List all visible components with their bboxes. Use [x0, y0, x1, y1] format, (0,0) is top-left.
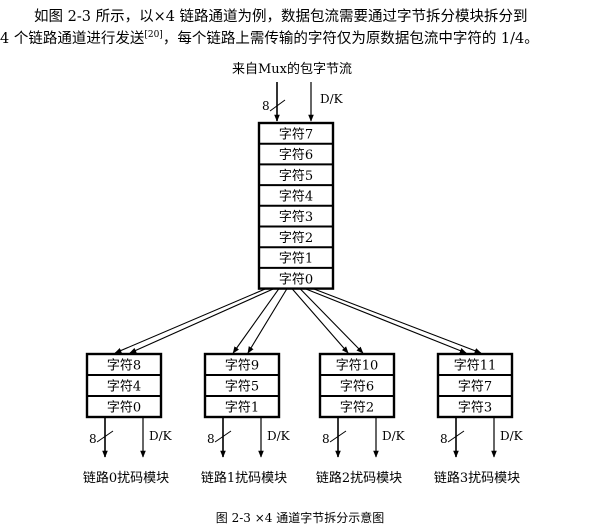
lane-dk-label: D/K	[500, 429, 524, 443]
lane-width-label: 8	[440, 432, 448, 446]
figure-caption: 图 2-3 ×4 通道字节拆分示意图	[216, 510, 384, 525]
lane-3: 字符11 字符7 字符3 8 D/K 链路3扰码模块	[434, 352, 524, 486]
lane-0: 字符8 字符4 字符0 8 D/K 链路0扰码模块	[83, 352, 173, 486]
lane-width-label: 8	[89, 432, 97, 446]
lane-2: 字符10 字符6 字符2 8 D/K 链路2扰码模块	[316, 352, 406, 486]
main-stack-cell: 字符6	[279, 147, 313, 163]
lane-1: 字符9 字符5 字符1 8 D/K 链路1扰码模块	[201, 352, 291, 486]
lane-stack-cell: 字符4	[107, 379, 141, 395]
lane-dk-label: D/K	[149, 429, 173, 443]
fan-out-arrows	[114, 288, 482, 354]
lane-width-label: 8	[322, 432, 330, 446]
main-stack-cell: 字符4	[279, 188, 313, 204]
lane-stack-cell: 字符6	[340, 379, 374, 395]
lane-stack-cell: 字符11	[454, 358, 497, 374]
fan-arrow-data	[232, 288, 280, 354]
main-stack-cell: 字符0	[279, 271, 313, 287]
lane-width-label: 8	[207, 432, 215, 446]
byte-split-diagram: 来自Mux的包字节流 8 D/K 字符7字符6字符5字符4字符3字符2字符1字符…	[83, 61, 524, 525]
lane-dk-label: D/K	[267, 429, 291, 443]
lane-stack-cell: 字符7	[458, 379, 492, 395]
main-stack-cell: 字符3	[279, 209, 313, 225]
lane-stack-cell: 字符1	[225, 400, 259, 416]
main-byte-stack: 字符7 字符6 字符5 字符4 字符3 字符2 字符1 字符0	[257, 121, 335, 290]
lane-scrambler-label: 链路3扰码模块	[434, 470, 520, 486]
input-stream-label: 来自Mux的包字节流	[232, 61, 352, 77]
lane-scrambler-label: 链路1扰码模块	[201, 470, 287, 486]
lane-scrambler-label: 链路0扰码模块	[83, 470, 169, 486]
input-width-label: 8	[262, 99, 270, 113]
fan-arrow-dk	[299, 288, 364, 354]
lane-stack-cell: 字符8	[107, 358, 141, 374]
lane-stack-cell: 字符0	[107, 400, 141, 416]
lane-stack-cell: 字符3	[458, 400, 492, 416]
lane-dk-label: D/K	[382, 429, 406, 443]
main-stack-cell: 字符1	[279, 251, 313, 267]
lane-stacks: 字符8 字符4 字符0 8 D/K 链路0扰码模块 字符9 字符5 字符1 8 D/K 链路1扰码模块…	[83, 352, 524, 486]
fan-arrow-data	[114, 288, 267, 354]
fan-arrow-dk	[129, 288, 275, 354]
lane-stack-cell: 字符10	[336, 358, 379, 374]
input-dk-label: D/K	[320, 92, 344, 106]
lane-stack-cell: 字符5	[225, 379, 259, 395]
fan-arrow-dk	[247, 288, 288, 354]
lane-stack-cell: 字符9	[225, 358, 259, 374]
main-stack-cell: 字符2	[279, 230, 313, 246]
lane-scrambler-label: 链路2扰码模块	[316, 470, 402, 486]
main-stack-cell: 字符7	[279, 126, 313, 142]
main-stack-cell: 字符5	[279, 168, 313, 184]
fan-arrow-dk	[312, 288, 482, 354]
fan-arrow-data	[304, 288, 467, 354]
lane-stack-cell: 字符2	[340, 400, 374, 416]
